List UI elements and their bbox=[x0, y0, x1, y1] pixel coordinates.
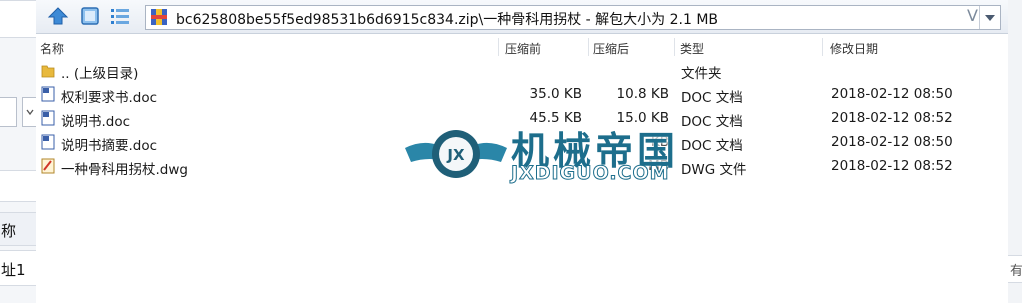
column-divider[interactable] bbox=[822, 38, 823, 56]
path-dropdown-button[interactable] bbox=[979, 6, 1000, 29]
file-type: DOC 文档 bbox=[681, 90, 743, 106]
bg-window-header-row: 称 bbox=[0, 212, 36, 246]
up-button[interactable] bbox=[46, 5, 70, 27]
background-window: 称 址1 bbox=[0, 0, 37, 303]
column-modified[interactable]: 修改日期 bbox=[830, 40, 878, 57]
file-name: 一种骨科用拐杖.dwg bbox=[61, 162, 188, 178]
file-modified: 2018-02-12 08:52 bbox=[831, 158, 953, 174]
doc-icon bbox=[41, 86, 55, 102]
file-modified: 2018-02-12 08:50 bbox=[831, 134, 953, 150]
view-square-icon bbox=[81, 7, 99, 25]
column-divider[interactable] bbox=[674, 38, 675, 56]
file-name: .. (上级目录) bbox=[61, 66, 139, 82]
path-bar[interactable]: bc625808be55f5ed98531b6d6915c834.zip\一种骨… bbox=[145, 5, 1001, 30]
list-view-button[interactable] bbox=[108, 5, 132, 27]
bg-window-label-address: 址1 bbox=[1, 261, 26, 279]
column-packed[interactable]: 压缩后 bbox=[593, 40, 629, 57]
column-divider[interactable] bbox=[498, 38, 499, 56]
column-compressed[interactable]: 压缩前 bbox=[505, 40, 541, 57]
bg-window-dropdown[interactable] bbox=[22, 97, 37, 127]
file-row-parent[interactable]: .. (上级目录) 文件夹 bbox=[36, 59, 1008, 83]
chevron-down-icon bbox=[26, 109, 34, 116]
archive-window: bc625808be55f5ed98531b6d6915c834.zip\一种骨… bbox=[36, 0, 1008, 303]
zip-archive-icon bbox=[151, 9, 167, 25]
file-name: 说明书.doc bbox=[61, 114, 131, 130]
right-window-label: 有 bbox=[1010, 264, 1022, 279]
watermark-gear-logo: JX bbox=[405, 130, 507, 178]
list-view-icon bbox=[111, 9, 129, 24]
bg-window-label-name: 称 bbox=[1, 222, 17, 240]
file-name: 权利要求书.doc bbox=[61, 90, 158, 106]
file-type: 文件夹 bbox=[681, 66, 722, 82]
bg-window-field[interactable] bbox=[0, 97, 17, 127]
doc-icon bbox=[41, 110, 55, 126]
dwg-icon bbox=[41, 158, 55, 174]
file-modified: 2018-02-12 08:50 bbox=[831, 86, 953, 102]
file-modified: 2018-02-12 08:52 bbox=[831, 110, 953, 126]
column-header: 名称 压缩前 压缩后 类型 修改日期 bbox=[36, 35, 1008, 57]
file-name: 说明书摘要.doc bbox=[61, 138, 158, 154]
file-size: 35.0 KB bbox=[529, 86, 582, 102]
right-window-row: 有 bbox=[1008, 255, 1022, 283]
watermark-subtitle: JXDIGUO.COM bbox=[511, 162, 670, 185]
watermark: JX 机械帝国 JXDIGUO.COM bbox=[401, 118, 701, 193]
bg-window-row bbox=[0, 170, 36, 202]
column-name[interactable]: 名称 bbox=[40, 40, 64, 57]
path-filter-icon[interactable]: V bbox=[967, 6, 978, 25]
watermark-badge: JX bbox=[446, 146, 465, 164]
file-packed-size: 10.8 KB bbox=[616, 86, 669, 102]
up-arrow-icon bbox=[47, 7, 69, 25]
view-button[interactable] bbox=[78, 5, 102, 27]
file-row[interactable]: 权利要求书.doc 35.0 KB 10.8 KB DOC 文档 2018-02… bbox=[36, 83, 1008, 107]
doc-icon bbox=[41, 134, 55, 150]
column-divider[interactable] bbox=[588, 38, 589, 56]
column-type[interactable]: 类型 bbox=[680, 40, 704, 57]
bg-window-titlebar bbox=[0, 0, 36, 38]
triangle-down-icon bbox=[985, 14, 995, 21]
bg-window-address-row: 址1 bbox=[0, 250, 36, 286]
right-background-window: 有 bbox=[1007, 0, 1022, 303]
toolbar: bc625808be55f5ed98531b6d6915c834.zip\一种骨… bbox=[36, 0, 1008, 34]
path-text: bc625808be55f5ed98531b6d6915c834.zip\一种骨… bbox=[176, 12, 719, 28]
folder-icon bbox=[41, 65, 55, 78]
